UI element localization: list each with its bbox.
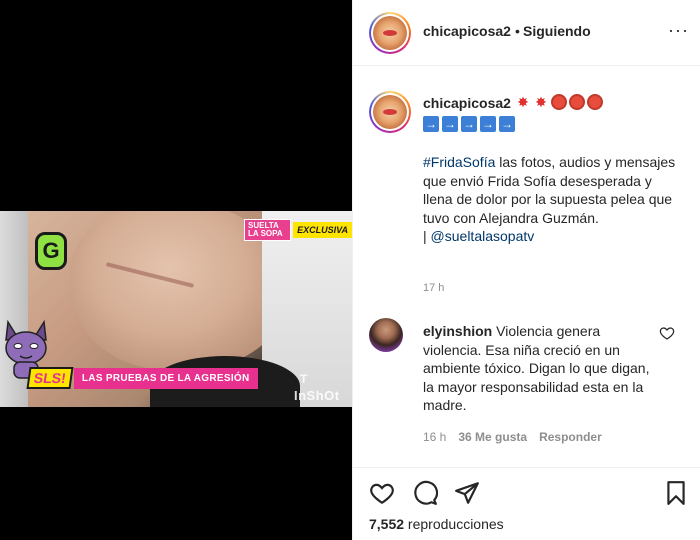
right-arrow-emoji-icon: →	[499, 116, 515, 132]
media-panel: G SUELTA LA SOPA EXCLUSIVA SLS! LAS PRUE…	[0, 0, 352, 540]
view-count[interactable]: 7,552 reproducciones	[369, 516, 504, 532]
right-arrow-emoji-icon: →	[480, 116, 496, 132]
hashtag-link[interactable]: #FridaSofía	[423, 154, 495, 170]
show-logo-small: SUELTA LA SOPA	[244, 219, 292, 241]
exclusive-label: EXCLUSIVA	[293, 222, 352, 238]
author-username[interactable]: chicapicosa2	[423, 23, 511, 39]
comment-like-heart-icon[interactable]	[659, 325, 675, 341]
right-arrow-emoji-icon: →	[461, 116, 477, 132]
author-avatar[interactable]	[369, 12, 411, 54]
caption-text: #FridaSofía las fotos, audios y mensajes…	[423, 153, 685, 246]
comment-timestamp[interactable]: 16 h	[423, 430, 446, 444]
commenter-username[interactable]: elyinshion	[423, 323, 492, 339]
lower-third-headline: LAS PRUEBAS DE LA AGRESIÓN	[73, 367, 258, 389]
action-bar: 7,552 reproducciones	[353, 467, 700, 540]
heart-icon[interactable]	[369, 480, 395, 506]
exclusive-badge: SUELTA LA SOPA EXCLUSIVA	[244, 219, 352, 241]
red-circle-emoji-icon	[587, 94, 603, 110]
commenter-avatar[interactable]	[369, 318, 403, 352]
separator-dot: •	[515, 23, 520, 39]
lower-third-banner: SLS! LAS PRUEBAS DE LA AGRESIÓN	[26, 367, 258, 389]
caption-emojis: ✸ ✸	[515, 94, 603, 110]
mention-link[interactable]: @sueltalasopatv	[431, 228, 535, 244]
reply-button[interactable]: Responder	[539, 430, 602, 444]
channel-mark-icon: T	[300, 372, 308, 386]
post-sidebar: chicapicosa2 • Siguiendo ··· chicapicosa…	[352, 0, 700, 540]
bookmark-icon[interactable]	[663, 480, 689, 506]
red-circle-emoji-icon	[551, 94, 567, 110]
comment-likes[interactable]: 36 Me gusta	[458, 430, 527, 444]
share-icon[interactable]	[454, 480, 480, 506]
view-count-label: reproducciones	[404, 516, 504, 532]
show-logo: SLS!	[26, 367, 74, 389]
post-header: chicapicosa2 • Siguiendo ···	[353, 0, 700, 66]
follow-status-button[interactable]: Siguiendo	[523, 23, 591, 39]
comment-text: elyinshion Violencia genera violencia. E…	[423, 322, 655, 415]
collision-emoji-icon: ✸	[517, 94, 529, 110]
comment-meta: 16 h 36 Me gusta Responder	[423, 430, 602, 444]
channel-logo-icon: G	[35, 232, 67, 270]
caption-timestamp[interactable]: 17 h	[423, 282, 444, 294]
right-arrow-emoji-icon: →	[442, 116, 458, 132]
view-count-number: 7,552	[369, 516, 405, 532]
comment-icon[interactable]	[412, 480, 438, 506]
collision-emoji-icon: ✸	[535, 94, 547, 110]
caption-separator: |	[423, 228, 431, 244]
red-circle-emoji-icon	[569, 94, 585, 110]
more-options-icon[interactable]: ···	[668, 20, 689, 41]
caption-author-avatar[interactable]	[369, 91, 411, 133]
caption-arrows: → → → → →	[423, 116, 515, 132]
right-arrow-emoji-icon: →	[423, 116, 439, 132]
app-watermark: InShOt	[294, 388, 340, 403]
caption-username[interactable]: chicapicosa2	[423, 95, 511, 111]
